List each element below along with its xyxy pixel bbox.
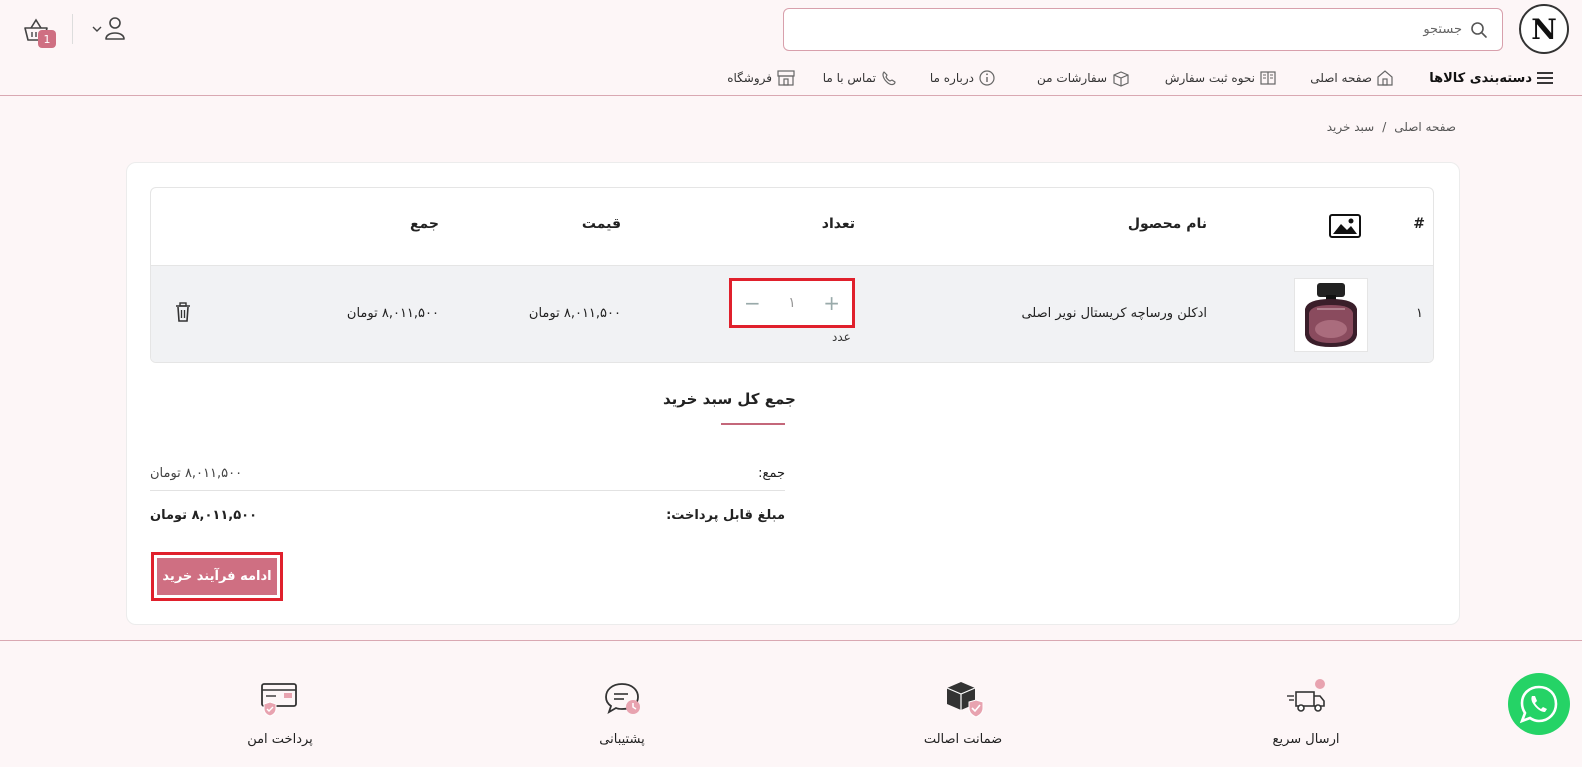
- nav-categories[interactable]: دسته‌بندی کالاها: [1429, 66, 1554, 90]
- search-input[interactable]: جستجو: [783, 8, 1503, 51]
- nav-item-my-orders[interactable]: سفارشات من: [1037, 66, 1131, 90]
- payable-label: مبلغ قابل پرداخت:: [666, 508, 785, 523]
- quantity-value[interactable]: ۱: [788, 295, 796, 311]
- cart-table: # نام محصول تعداد قیمت جمع ۱ ادکلن ورساچ…: [150, 187, 1434, 363]
- quantity-unit: عدد: [832, 330, 851, 344]
- breadcrumb-home[interactable]: صفحه اصلی: [1394, 120, 1456, 134]
- feature-support: پشتیبانی: [552, 676, 692, 756]
- feature-label: ارسال سریع: [1272, 732, 1340, 747]
- nav-item-label: سفارشات من: [1037, 71, 1107, 85]
- increase-button[interactable]: +: [823, 293, 840, 313]
- subtotal-label: جمع:: [758, 466, 785, 481]
- boxes-icon: [1113, 71, 1129, 87]
- user-menu-icon[interactable]: [92, 16, 128, 42]
- nav-item-how-to-order[interactable]: نحوه ثبت سفارش: [1165, 66, 1277, 90]
- site-logo[interactable]: N: [1519, 4, 1569, 54]
- feature-fast-delivery: ارسال سریع: [1236, 676, 1376, 756]
- subtotal-value: ۸,۰۱۱,۵۰۰ تومان: [150, 466, 243, 481]
- feature-label: پرداخت امن: [247, 732, 313, 747]
- phone-icon: [882, 71, 896, 86]
- row-total: ۸,۰۱۱,۵۰۰ تومان: [346, 306, 439, 321]
- info-icon: [979, 70, 995, 86]
- feature-label: ضمانت اصالت: [923, 732, 1003, 747]
- nav-item-label: نحوه ثبت سفارش: [1164, 71, 1255, 85]
- header: N جستجو 1: [0, 0, 1582, 62]
- product-name[interactable]: ادکلن ورساچه کریستال نویر اصلی: [1021, 306, 1207, 321]
- nav-item-about[interactable]: درباره ما: [930, 66, 996, 90]
- fast-delivery-icon: [1287, 679, 1325, 712]
- footer-divider: [0, 640, 1582, 641]
- secure-payment-icon: [261, 683, 297, 717]
- whatsapp-icon: [1519, 685, 1558, 724]
- title-underline: [721, 423, 785, 425]
- feature-authenticity: ضمانت اصالت: [893, 676, 1033, 756]
- store-icon: [777, 70, 795, 86]
- payable-value: ۸,۰۱۱,۵۰۰ تومان: [150, 508, 258, 523]
- feature-label: پشتیبانی: [599, 732, 645, 747]
- totals-divider: [150, 490, 785, 491]
- perfume-bottle-image: [1305, 283, 1357, 347]
- quantity-stepper: − ۱ +: [729, 278, 855, 328]
- cart-totals-title: جمع کل سبد خرید: [663, 390, 796, 408]
- product-image[interactable]: [1294, 278, 1368, 352]
- header-total: جمع: [409, 216, 439, 232]
- book-icon: [1260, 71, 1276, 85]
- breadcrumb-separator: /: [1382, 120, 1387, 134]
- search-placeholder: جستجو: [1423, 22, 1462, 37]
- header-quantity: تعداد: [821, 216, 855, 232]
- main-nav: دسته‌بندی کالاها صفحه اصلی نحوه ثبت سفار…: [0, 62, 1582, 96]
- nav-categories-label: دسته‌بندی کالاها: [1429, 70, 1532, 86]
- cart-count-badge: 1: [38, 30, 56, 48]
- nav-item-label: درباره ما: [929, 71, 974, 85]
- home-icon: [1377, 70, 1393, 86]
- breadcrumb-current: سبد خرید: [1326, 120, 1375, 134]
- logo-text: N: [1531, 12, 1557, 46]
- nav-item-home[interactable]: صفحه اصلی: [1310, 66, 1394, 90]
- image-icon: [1329, 214, 1361, 238]
- hamburger-icon: [1537, 72, 1553, 84]
- subtotal-row: جمع: ۸,۰۱۱,۵۰۰ تومان: [150, 458, 785, 498]
- checkout-button[interactable]: ادامه فرآیند خرید: [157, 558, 277, 595]
- search-icon[interactable]: [1470, 21, 1488, 39]
- nav-item-contact[interactable]: تماس با ما: [823, 66, 898, 90]
- header-divider: [72, 14, 73, 44]
- header-product-name: نام محصول: [1127, 216, 1207, 232]
- nav-item-store[interactable]: فروشگاه: [727, 66, 796, 90]
- header-index: #: [1413, 216, 1425, 232]
- payable-row: مبلغ قابل پرداخت: ۸,۰۱۱,۵۰۰ تومان: [150, 500, 785, 540]
- support-icon: [605, 683, 640, 714]
- decrease-button[interactable]: −: [744, 293, 761, 313]
- quantity-stepper-inner: − ۱ +: [736, 285, 848, 321]
- nav-item-label: صفحه اصلی: [1310, 71, 1372, 85]
- trash-icon[interactable]: [175, 302, 191, 322]
- nav-item-label: فروشگاه: [727, 71, 772, 85]
- nav-item-label: تماس با ما: [822, 71, 876, 85]
- header-price: قیمت: [581, 216, 621, 232]
- whatsapp-button[interactable]: [1508, 673, 1570, 735]
- breadcrumb: صفحه اصلی / سبد خرید: [1327, 120, 1456, 134]
- row-index: ۱: [1416, 306, 1423, 321]
- feature-secure-payment: پرداخت امن: [210, 676, 350, 756]
- checkout-button-frame: ادامه فرآیند خرید: [151, 552, 283, 601]
- row-price: ۸,۰۱۱,۵۰۰ تومان: [528, 306, 621, 321]
- authenticity-icon: [946, 682, 984, 718]
- table-header: # نام محصول تعداد قیمت جمع: [151, 188, 1433, 265]
